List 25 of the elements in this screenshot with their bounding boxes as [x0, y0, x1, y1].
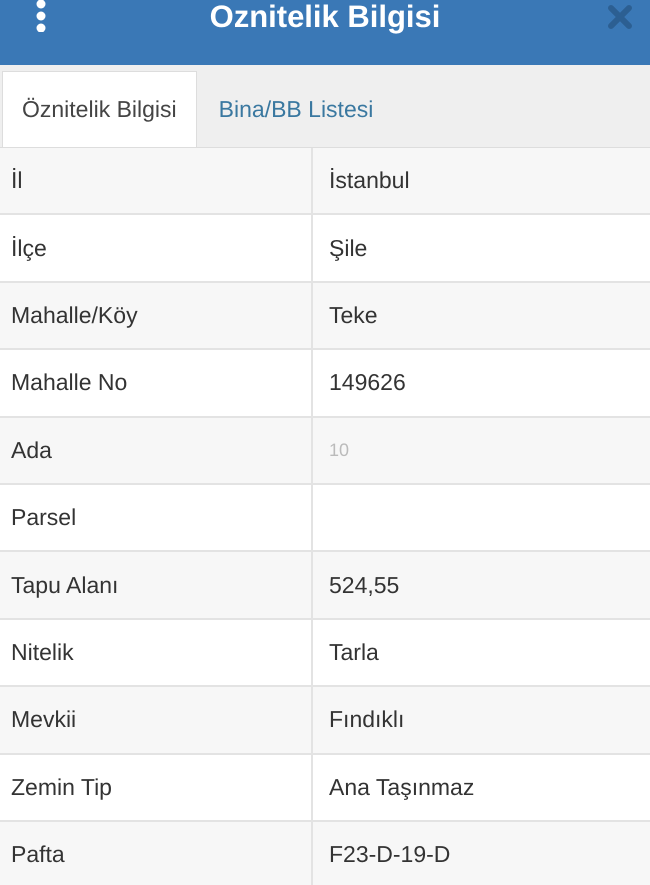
- menu-icon[interactable]: [35, 0, 47, 32]
- table-cell-text: İl: [10, 166, 24, 196]
- table-cell: Tarla: [311, 620, 650, 686]
- table-cell-text: Nitelik: [10, 638, 75, 667]
- table-cell: Şile: [311, 215, 650, 281]
- table-cell-text: İlçe: [10, 234, 48, 263]
- table-cell-text: Pafta: [10, 840, 66, 870]
- table-cell: 10: [311, 418, 650, 483]
- table-cell-text: Mevkii: [10, 705, 78, 734]
- table-cell-text: Mahalle/Köy: [10, 300, 139, 330]
- tab[interactable]: Öznitelik Bilgisi: [2, 71, 197, 147]
- table-cell: F23-D-19-D: [311, 822, 650, 885]
- table-cell: Ana Taşınmaz: [311, 754, 650, 820]
- table-cell: Teke: [311, 282, 650, 348]
- table-cell-text: Parsel: [10, 503, 78, 532]
- table-cell: 149626: [311, 350, 650, 416]
- table-cell-text: Tapu Alanı: [10, 570, 120, 600]
- table-cell: İstanbul: [311, 148, 650, 214]
- table-cell-text: Mahalle No: [10, 368, 128, 398]
- table-cell: Fındıklı: [311, 687, 650, 753]
- table-cell: 524,55: [311, 552, 650, 618]
- window-title: Oznitelik Bilgisi: [210, 0, 440, 34]
- table-cell-text: Zemin Tip: [10, 772, 113, 802]
- tab[interactable]: Bina/BB Listesi: [200, 71, 392, 147]
- table-cell-text: Ada: [10, 436, 53, 465]
